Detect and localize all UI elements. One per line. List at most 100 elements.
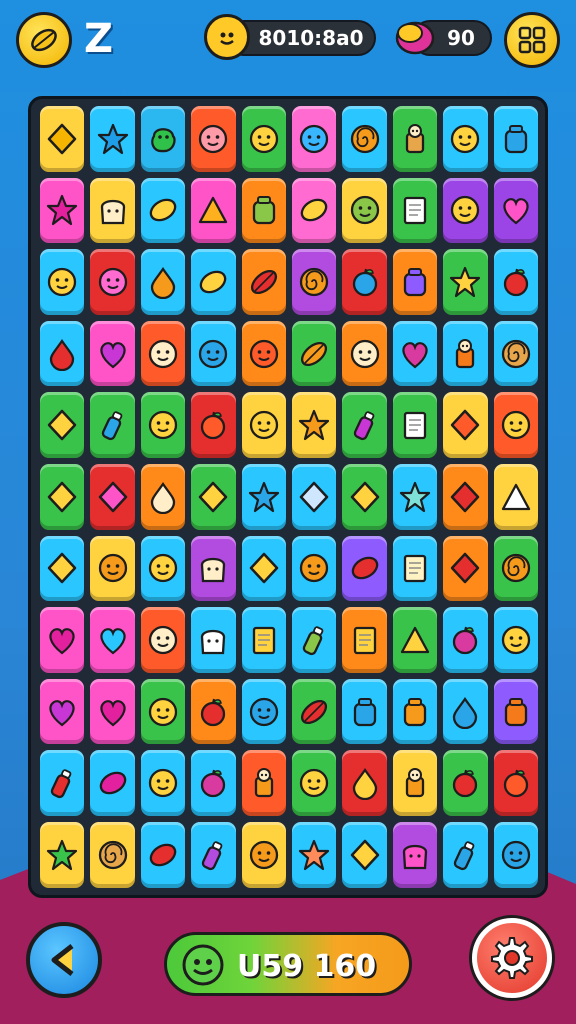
tile-spiral[interactable] [493, 320, 538, 387]
tile-star[interactable] [392, 463, 438, 530]
tile-drop[interactable] [342, 750, 387, 816]
tile-star[interactable] [443, 249, 488, 315]
tile-star[interactable] [241, 463, 286, 530]
tile-drop[interactable] [443, 678, 488, 745]
tile-jar[interactable] [392, 678, 438, 745]
tile-spiral[interactable] [342, 106, 387, 172]
tile-figure[interactable] [392, 106, 438, 172]
tile-bottle[interactable] [40, 750, 85, 816]
tile-diamond[interactable] [443, 392, 488, 458]
tile-star[interactable] [291, 392, 337, 458]
tile-diamond[interactable] [291, 463, 337, 530]
tile-face[interactable] [140, 678, 186, 745]
tile-jar[interactable] [493, 678, 538, 745]
tile-star[interactable] [291, 821, 337, 888]
tile-bottle[interactable] [90, 392, 135, 458]
back-button[interactable] [26, 922, 102, 998]
tile-card[interactable] [392, 392, 438, 458]
tile-heart[interactable] [392, 320, 438, 387]
tile-leaf[interactable] [291, 678, 337, 745]
tile-toast[interactable] [191, 535, 236, 602]
tile-bean[interactable] [342, 535, 387, 602]
tile-face[interactable] [443, 106, 488, 172]
tile-card[interactable] [392, 177, 438, 244]
tile-diamond[interactable] [443, 535, 488, 602]
tile-heart[interactable] [40, 678, 85, 745]
tile-face[interactable] [342, 177, 387, 244]
tile-face[interactable] [140, 607, 186, 673]
tile-face[interactable] [191, 106, 236, 172]
tile-face[interactable] [443, 177, 488, 244]
tile-bean[interactable] [191, 249, 236, 315]
tile-face[interactable] [241, 320, 286, 387]
tile-card[interactable] [342, 607, 387, 673]
tile-jar[interactable] [392, 249, 438, 315]
tile-face[interactable] [140, 320, 186, 387]
tile-face[interactable] [291, 750, 337, 816]
tile-diamond[interactable] [342, 463, 387, 530]
tile-face[interactable] [241, 678, 286, 745]
tile-figure[interactable] [392, 750, 438, 816]
tile-toast[interactable] [90, 177, 135, 244]
tile-heart[interactable] [90, 607, 135, 673]
tile-drop[interactable] [140, 249, 186, 315]
tile-spiral[interactable] [90, 821, 135, 888]
tile-diamond[interactable] [40, 535, 85, 602]
leaf-coin-button[interactable] [16, 12, 72, 68]
tile-blob[interactable] [140, 106, 186, 172]
tile-diamond[interactable] [40, 463, 85, 530]
tile-diamond[interactable] [90, 463, 135, 530]
tile-face[interactable] [90, 249, 135, 315]
settings-button[interactable] [472, 918, 552, 998]
tile-face[interactable] [291, 535, 337, 602]
tile-jar[interactable] [342, 678, 387, 745]
tile-face[interactable] [140, 750, 186, 816]
tile-bean[interactable] [140, 821, 186, 888]
tile-apple[interactable] [191, 678, 236, 745]
tile-heart[interactable] [40, 607, 85, 673]
tile-triangle[interactable] [191, 177, 236, 244]
tile-diamond[interactable] [443, 463, 488, 530]
tile-face[interactable] [493, 607, 538, 673]
tile-face[interactable] [241, 106, 286, 172]
tile-drop[interactable] [140, 463, 186, 530]
tile-apple[interactable] [493, 249, 538, 315]
tile-toast[interactable] [392, 821, 438, 888]
tile-jar[interactable] [493, 106, 538, 172]
tile-apple[interactable] [493, 750, 538, 816]
tile-card[interactable] [392, 535, 438, 602]
tile-face[interactable] [241, 392, 286, 458]
tile-triangle[interactable] [493, 463, 538, 530]
tile-diamond[interactable] [40, 392, 85, 458]
tile-figure[interactable] [241, 750, 286, 816]
tile-face[interactable] [40, 249, 85, 315]
tile-face[interactable] [90, 535, 135, 602]
tile-triangle[interactable] [392, 607, 438, 673]
tile-face[interactable] [493, 392, 538, 458]
tile-face[interactable] [140, 392, 186, 458]
tile-bean[interactable] [90, 750, 135, 816]
tile-bean[interactable] [140, 177, 186, 244]
tile-toast[interactable] [191, 607, 236, 673]
tile-apple[interactable] [191, 392, 236, 458]
tile-heart[interactable] [90, 320, 135, 387]
tile-apple[interactable] [443, 750, 488, 816]
tile-bean[interactable] [291, 177, 337, 244]
tile-face[interactable] [342, 320, 387, 387]
tile-face[interactable] [191, 320, 236, 387]
tile-apple[interactable] [443, 607, 488, 673]
tile-bottle[interactable] [443, 821, 488, 888]
tile-spiral[interactable] [291, 249, 337, 315]
tile-jar[interactable] [241, 177, 286, 244]
tile-face[interactable] [291, 106, 337, 172]
tile-bottle[interactable] [342, 392, 387, 458]
tile-star[interactable] [40, 177, 85, 244]
tile-diamond[interactable] [40, 106, 85, 172]
tile-face[interactable] [493, 821, 538, 888]
tile-bottle[interactable] [291, 607, 337, 673]
tile-face[interactable] [241, 821, 286, 888]
tile-diamond[interactable] [342, 821, 387, 888]
tile-diamond[interactable] [191, 463, 236, 530]
tile-heart[interactable] [493, 177, 538, 244]
tile-card[interactable] [241, 607, 286, 673]
